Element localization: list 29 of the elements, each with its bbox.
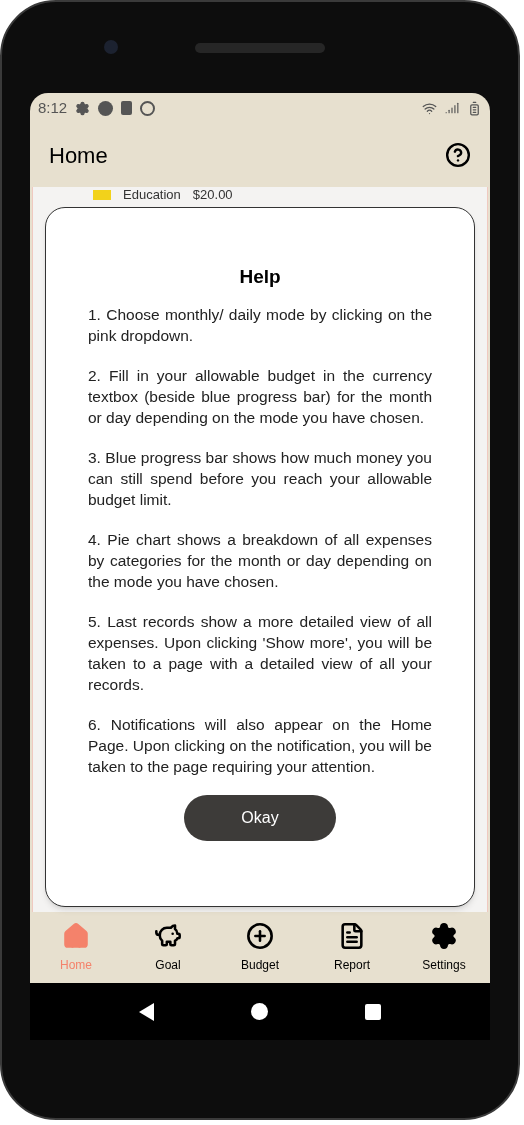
dialog-title: Help — [239, 265, 281, 289]
plus-circle-icon — [246, 921, 274, 950]
wifi-icon — [422, 100, 437, 116]
help-paragraph: 6. Notifications will also appear on the Home Page. Upon clicking on the notification, you will be taken to the page requiring your attention. — [88, 714, 432, 777]
sd-card-icon — [121, 101, 133, 115]
battery-icon — [467, 100, 482, 116]
help-paragraph: 3. Blue progress bar shows how much money you can still spend before you reach your allowable budget limit. — [88, 447, 432, 510]
recents-icon[interactable] — [365, 1003, 382, 1020]
status-time: 8:12 — [38, 97, 68, 118]
help-paragraph: 1. Choose monthly/ daily mode by clicking on the pink dropdown. — [88, 304, 432, 346]
legend-label: Education — [123, 188, 181, 202]
signal-icon — [445, 101, 459, 115]
okay-button[interactable]: Okay — [184, 794, 336, 841]
help-paragraph: 4. Pie chart shows a breakdown of all expenses by categories for the month or day depending on the mode you have chosen. — [88, 529, 432, 592]
nav-tab[interactable]: Report — [306, 921, 398, 974]
nav-tab[interactable]: Budget — [214, 921, 306, 974]
piggy-bank-icon — [154, 921, 182, 950]
camera-icon — [104, 40, 118, 54]
document-icon — [338, 921, 366, 950]
legend-amount: $20.00 — [192, 188, 233, 202]
help-paragraph: 2. Fill in your allowable budget in the currency textbox (beside blue progress bar) for the month or day depending on the mode you have chosen. — [88, 365, 432, 428]
help-paragraph: 5. Last records show a more detailed view of all expenses. Upon clicking 'Show more', you will be taken to a page with a detailed view of all your records. — [88, 611, 432, 695]
back-icon[interactable] — [138, 1002, 154, 1021]
app-title: Home — [49, 141, 108, 170]
house-icon — [62, 921, 90, 950]
nav-tab[interactable]: Settings — [398, 921, 490, 974]
nav-tab[interactable]: Goal — [122, 921, 214, 974]
home-icon[interactable] — [251, 1003, 268, 1020]
help-icon[interactable] — [445, 142, 471, 168]
